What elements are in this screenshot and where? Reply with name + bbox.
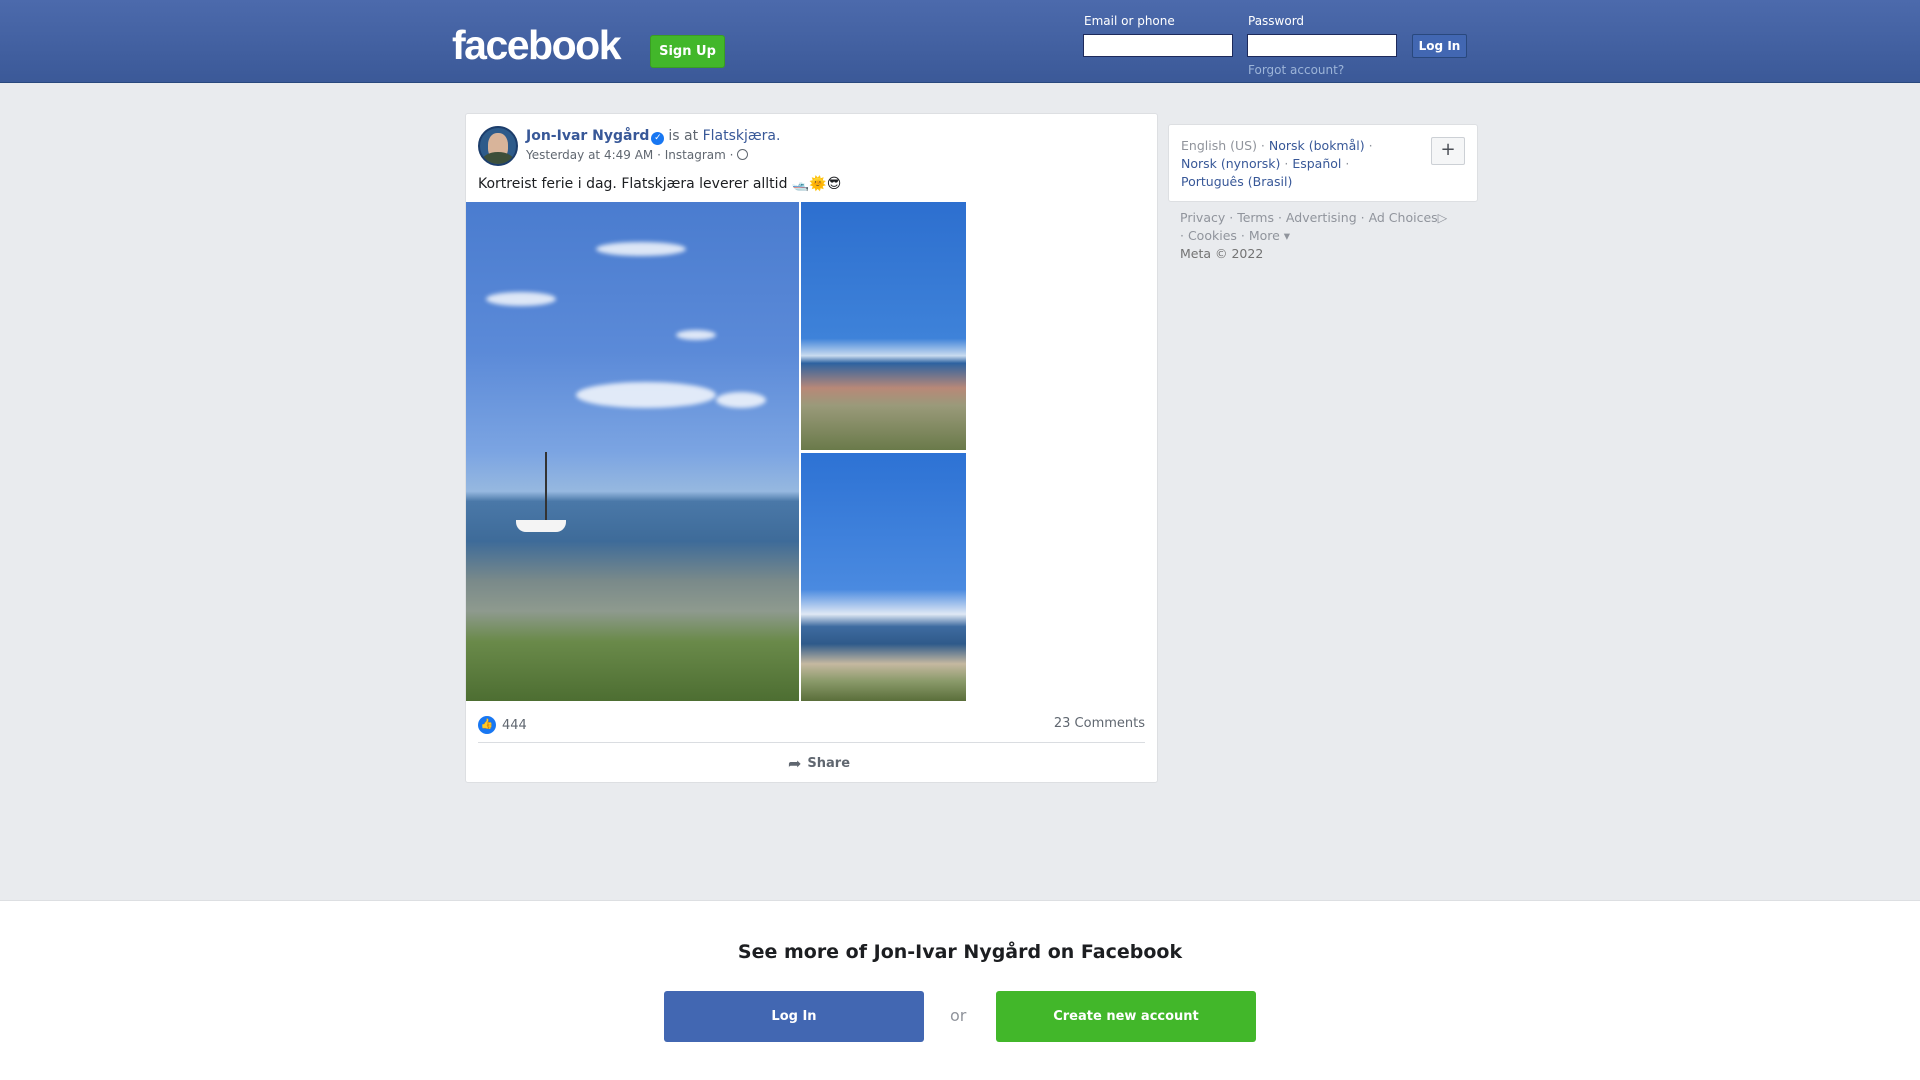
comments-count-link[interactable]: 23 Comments [1054,716,1145,731]
terms-link[interactable]: Terms [1237,210,1274,225]
current-language: English (US) [1181,138,1257,153]
place-link[interactable]: Flatskjæra. [703,128,781,144]
share-label: Share [807,756,851,771]
post-timestamp-link[interactable]: Yesterday at 4:49 AM [526,148,653,162]
forgot-account-link[interactable]: Forgot account? [1248,63,1344,77]
post-photo-1[interactable] [466,202,799,701]
like-reaction-icon: 👍 [478,716,496,734]
create-new-account-button[interactable]: Create new account [996,991,1256,1042]
language-selector-box: English (US) · Norsk (bokmål) · Norsk (n… [1168,124,1478,202]
or-separator: or [950,1006,967,1025]
more-languages-button[interactable]: + [1431,137,1465,165]
dropdown-caret-icon: ▾ [1279,228,1291,243]
meta-separator: · [729,148,734,162]
top-navigation-bar: facebook Sign Up Email or phone Password… [0,0,1920,83]
language-link-espanol[interactable]: Español [1292,156,1341,171]
password-input[interactable] [1247,34,1397,57]
language-link-portugues[interactable]: Português (Brasil) [1181,174,1292,189]
meta-separator: · [657,148,661,162]
post-source: Instagram [664,148,726,162]
ad-choices-link[interactable]: Ad Choices [1369,210,1438,225]
public-globe-icon [737,149,749,160]
post-photo-3[interactable] [801,453,966,701]
post-card: Jon-Ivar Nygård ✓ is at Flatskjæra. Yester… [465,113,1158,783]
email-input[interactable] [1083,34,1233,57]
privacy-link[interactable]: Privacy [1180,210,1225,225]
reactions-summary[interactable]: 👍 444 [478,716,527,734]
ad-choices-icon: ▷ [1437,210,1448,225]
post-text: Kortreist ferie i dag. Flatskjæra levere… [478,176,842,192]
footer-links: Privacy · Terms · Advertising · Ad Choic… [1180,210,1448,261]
facebook-logo[interactable]: facebook [452,22,622,69]
is-at-text: is at [668,128,699,144]
author-line: Jon-Ivar Nygård ✓ is at Flatskjæra. [526,128,780,145]
login-prompt-banner: See more of Jon-Ivar Nygård on Facebook … [0,900,1920,1080]
language-link-norsk-bokmal[interactable]: Norsk (bokmål) [1269,138,1365,153]
email-label: Email or phone [1084,14,1175,28]
likes-count: 444 [502,717,527,733]
author-name-link[interactable]: Jon-Ivar Nygård [526,128,649,144]
post-meta: Yesterday at 4:49 AM · Instagram · [526,148,749,162]
cookies-link[interactable]: Cookies [1188,228,1237,243]
share-icon: ➦ [788,754,802,773]
advertising-link[interactable]: Advertising [1286,210,1357,225]
verified-badge-icon: ✓ [651,132,665,145]
password-label: Password [1248,14,1305,28]
language-link-norsk-nynorsk[interactable]: Norsk (nynorsk) [1181,156,1280,171]
share-button[interactable]: ➦ Share [788,754,850,773]
copyright-text: Meta © 2022 [1180,246,1264,261]
banner-title: See more of Jon-Ivar Nygård on Facebook [737,941,1183,963]
sign-up-button[interactable]: Sign Up [650,35,725,68]
post-photo-2[interactable] [801,202,966,450]
divider [478,742,1145,743]
log-in-button[interactable]: Log In [1412,34,1467,58]
author-avatar[interactable] [478,126,518,166]
more-link[interactable]: More [1249,228,1280,243]
banner-log-in-button[interactable]: Log In [664,991,924,1042]
